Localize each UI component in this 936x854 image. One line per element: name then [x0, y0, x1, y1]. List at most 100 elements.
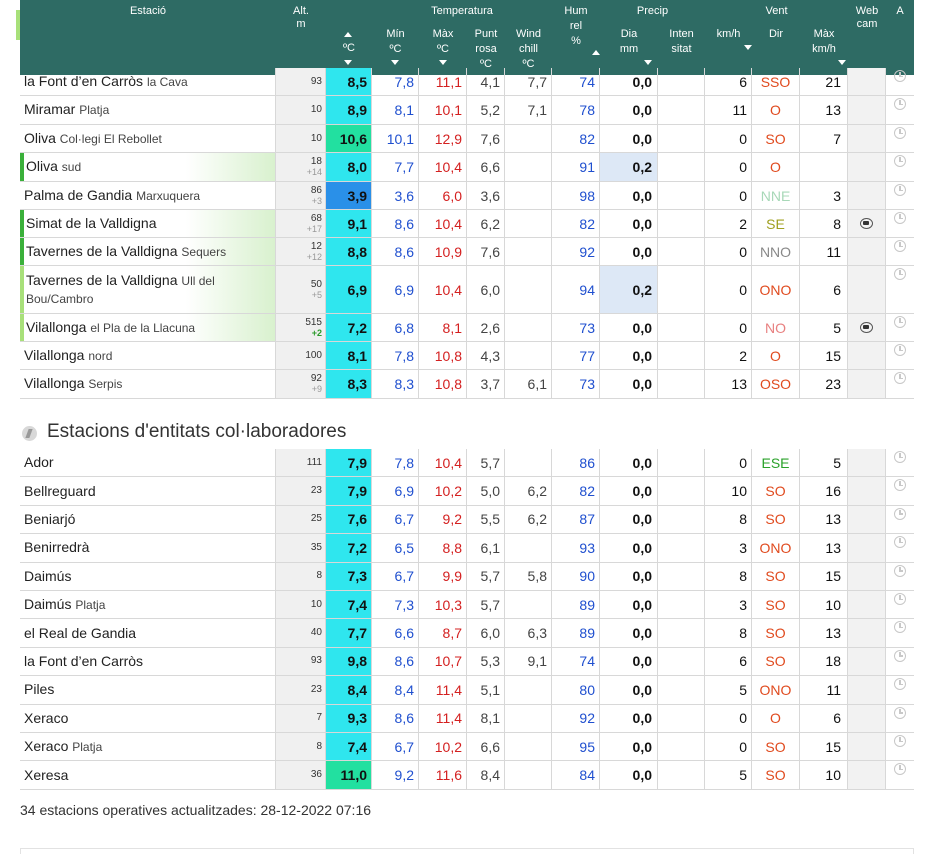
- table-row[interactable]: Oliva Col·legi El Rebollet 10 10,6 10,1 12,9…: [20, 125, 914, 153]
- table-row[interactable]: Xeraco 7 9,3 8,6 11,4 8,1 92 0,0 0 O 6: [20, 704, 914, 733]
- clock-icon[interactable]: [894, 735, 906, 747]
- sort-down-icon[interactable]: [644, 60, 652, 65]
- col-alt[interactable]: Alt. m: [276, 5, 326, 31]
- history-cell[interactable]: [886, 266, 914, 313]
- clock-icon[interactable]: [894, 344, 906, 356]
- clock-icon[interactable]: [894, 678, 906, 691]
- clock-icon[interactable]: [894, 184, 906, 196]
- history-cell[interactable]: [886, 238, 914, 265]
- history-cell[interactable]: [886, 182, 914, 209]
- table-row[interactable]: Vilallonga nord 100 8,1 7,8 10,8 4,3 77 0,0 2 O 15: [20, 342, 914, 370]
- table-row[interactable]: Palma de Gandia Marxuquera 86 +3 3,9 3,6 6,0 3…: [20, 182, 914, 210]
- station-name[interactable]: Daimús: [20, 562, 276, 590]
- station-name[interactable]: Benirredrà: [20, 534, 276, 562]
- clock-icon[interactable]: [894, 564, 906, 577]
- station-name[interactable]: Beniarjó: [20, 505, 276, 534]
- sort-down-icon[interactable]: [838, 60, 846, 65]
- history-cell[interactable]: [886, 342, 914, 369]
- clock-icon[interactable]: [894, 155, 906, 167]
- station-name[interactable]: Simat de la Valldigna: [20, 210, 276, 237]
- history-cell[interactable]: [886, 68, 914, 95]
- table-row[interactable]: Bellreguard 23 7,9 6,9 10,2 5,0 6,2 82 0,0 10 SO 16: [20, 477, 914, 506]
- webcam-icon[interactable]: [860, 218, 873, 229]
- col-dir[interactable]: Dir: [752, 28, 800, 41]
- table-row[interactable]: Tavernes de la Valldigna Sequers 12 +12 8,8…: [20, 238, 914, 266]
- history-cell[interactable]: [886, 477, 914, 504]
- station-name[interactable]: Palma de Gandia Marxuquera: [20, 182, 276, 209]
- station-name[interactable]: Vilallonga nord: [20, 342, 276, 369]
- station-name[interactable]: la Font d’en Carròs: [20, 647, 276, 676]
- table-row[interactable]: Vilallonga el Pla de la Llacuna 515 +2 7,2 6…: [20, 314, 914, 342]
- table-row[interactable]: Piles 23 8,4 8,4 11,4 5,1 80 0,0 5 ONO 11: [20, 676, 914, 705]
- history-cell[interactable]: [886, 619, 914, 646]
- history-cell[interactable]: [886, 96, 914, 124]
- history-cell[interactable]: [886, 534, 914, 561]
- clock-icon[interactable]: [894, 70, 906, 82]
- table-row[interactable]: Xeresa 36 11,0 9,2 11,6 8,4 84 0,0 5 SO 10: [20, 761, 914, 790]
- table-row[interactable]: el Real de Gandia 40 7,7 6,6 8,7 6,0 6,3 89 0,0 8…: [20, 619, 914, 648]
- table-row[interactable]: Simat de la Valldigna 68 +17 9,1 8,6 10,4 6,2 8…: [20, 210, 914, 238]
- history-cell[interactable]: [886, 591, 914, 618]
- table-row[interactable]: Oliva sud 18 +14 8,0 7,7 10,4 6,6 91 0,2 0 O: [20, 153, 914, 182]
- webcam-icon[interactable]: [860, 322, 873, 333]
- clock-icon[interactable]: [894, 268, 906, 280]
- clock-icon[interactable]: [894, 763, 906, 776]
- table-row[interactable]: Beniarjó 25 7,6 6,7 9,2 5,5 6,2 87 0,0 8 SO 13: [20, 505, 914, 535]
- station-name[interactable]: Piles: [20, 676, 276, 704]
- webcam-cell[interactable]: [848, 314, 886, 341]
- station-name[interactable]: Xeresa: [20, 761, 276, 789]
- history-cell[interactable]: [886, 370, 914, 398]
- history-cell[interactable]: [886, 563, 914, 590]
- col-windchill[interactable]: Wind chill ºC: [505, 28, 552, 71]
- col-max[interactable]: Màx ºC: [419, 28, 467, 56]
- table-row[interactable]: la Font d’en Carròs la Cava 93 8,5 7,8 11,1 4…: [20, 68, 914, 96]
- clock-icon[interactable]: [894, 212, 906, 224]
- sort-down-icon[interactable]: [391, 60, 399, 65]
- sort-up-icon[interactable]: [344, 32, 352, 37]
- history-cell[interactable]: [886, 676, 914, 703]
- clock-icon[interactable]: [894, 316, 906, 328]
- clock-icon[interactable]: [894, 621, 906, 634]
- col-dew[interactable]: Punt rosa ºC: [467, 28, 505, 71]
- clock-icon[interactable]: [894, 451, 906, 463]
- station-name[interactable]: Vilallonga el Pla de la Llacuna: [20, 314, 276, 341]
- col-min[interactable]: Mín ºC: [372, 28, 419, 56]
- station-name[interactable]: la Font d’en Carròs la Cava: [20, 68, 276, 95]
- history-cell[interactable]: [886, 705, 914, 732]
- station-name[interactable]: Oliva Col·legi El Rebollet: [20, 125, 276, 152]
- clock-icon[interactable]: [894, 649, 906, 662]
- webcam-cell[interactable]: [848, 210, 886, 237]
- col-webcam[interactable]: Web cam: [848, 5, 886, 31]
- col-hum[interactable]: Hum rel %: [552, 5, 600, 48]
- station-name[interactable]: Daimús Platja: [20, 591, 276, 619]
- history-cell[interactable]: [886, 648, 914, 675]
- history-cell[interactable]: [886, 506, 914, 533]
- clock-icon[interactable]: [894, 593, 906, 605]
- clock-icon[interactable]: [894, 479, 906, 492]
- history-cell[interactable]: [886, 125, 914, 152]
- table-row[interactable]: Benirredrà 35 7,2 6,5 8,8 6,1 93 0,0 3 ONO 13: [20, 534, 914, 563]
- station-name[interactable]: Oliva sud: [20, 153, 276, 181]
- sort-down-icon[interactable]: [744, 45, 752, 50]
- history-cell[interactable]: [886, 314, 914, 341]
- table-row[interactable]: Daimús Platja 10 7,4 7,3 10,3 5,7 89 0,0 3 SO 10: [20, 591, 914, 620]
- station-name[interactable]: Tavernes de la Valldigna Sequers: [20, 238, 276, 265]
- station-name[interactable]: Xeraco: [20, 704, 276, 732]
- table-row[interactable]: la Font d’en Carròs 93 9,8 8,6 10,7 5,3 9,1 74 0…: [20, 647, 914, 677]
- table-row[interactable]: Tavernes de la Valldigna Ull del Bou/Cam…: [20, 266, 914, 314]
- clock-icon[interactable]: [894, 507, 906, 520]
- sort-down-icon[interactable]: [344, 60, 352, 65]
- table-row[interactable]: Miramar Platja 10 8,9 8,1 10,1 5,2 7,1 78 0,0 11 O…: [20, 96, 914, 125]
- col-precip-day[interactable]: Dia mm: [600, 28, 658, 56]
- station-name[interactable]: Miramar Platja: [20, 96, 276, 124]
- history-cell[interactable]: [886, 449, 914, 476]
- history-cell[interactable]: [886, 761, 914, 788]
- history-cell[interactable]: [886, 153, 914, 181]
- clock-icon[interactable]: [894, 240, 906, 252]
- sort-down-icon[interactable]: [439, 60, 447, 65]
- station-name[interactable]: Vilallonga Serpis: [20, 370, 276, 398]
- sort-up-icon[interactable]: [592, 50, 600, 55]
- station-name[interactable]: Bellreguard: [20, 477, 276, 505]
- table-row[interactable]: Xeraco Platja 8 7,4 6,7 10,2 6,6 95 0,0 0 SO 15: [20, 733, 914, 762]
- table-row[interactable]: Vilallonga Serpis 92 +9 8,3 8,3 10,8 3,7 6,1 73 0…: [20, 370, 914, 399]
